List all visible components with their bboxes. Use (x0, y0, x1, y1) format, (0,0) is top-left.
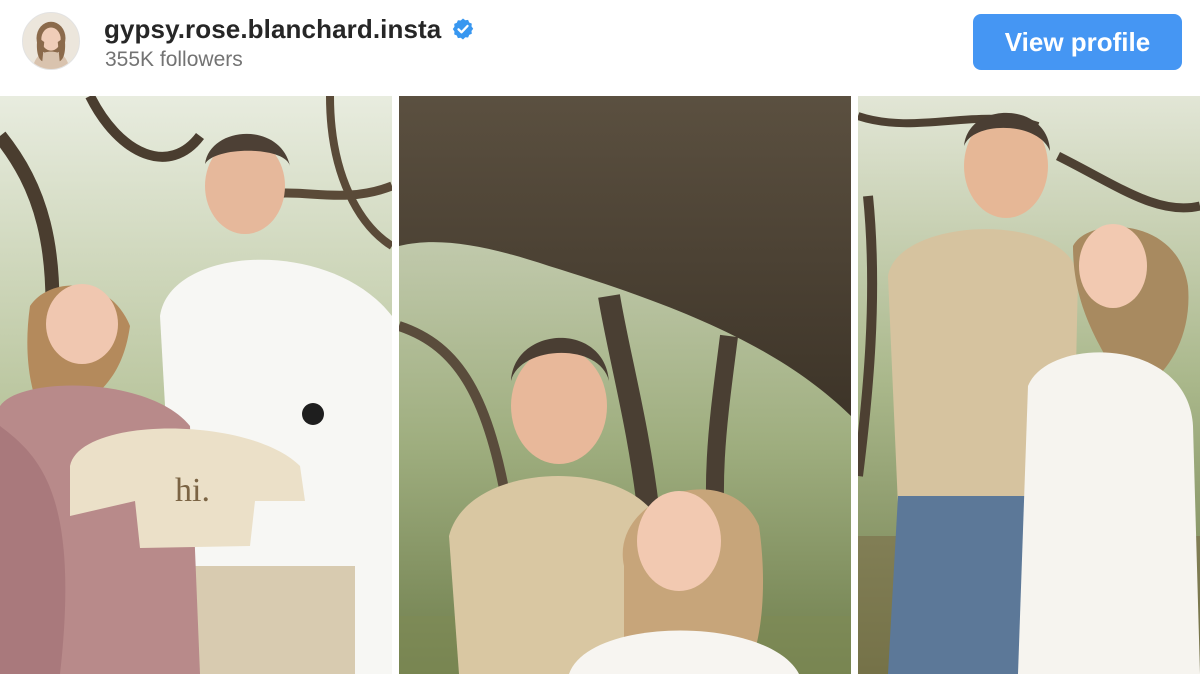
sweater-text: hi. (175, 472, 210, 509)
photo-couple-oak-tree (399, 96, 851, 674)
photo-couple-sweater: hi. (0, 96, 392, 674)
post-photo-1[interactable]: hi. (0, 96, 392, 674)
profile-header: gypsy.rose.blanchard.insta 355K follower… (0, 0, 1200, 96)
username[interactable]: gypsy.rose.blanchard.insta (104, 14, 441, 45)
photo-couple-facing (858, 96, 1200, 674)
post-photo-2[interactable] (399, 96, 851, 674)
verified-badge-icon (453, 18, 474, 40)
profile-avatar[interactable] (22, 12, 80, 70)
post-photo-3[interactable] (858, 96, 1200, 674)
username-row: gypsy.rose.blanchard.insta (104, 12, 475, 46)
avatar-image (23, 13, 79, 69)
follower-count: 355K followers (105, 48, 243, 71)
view-profile-button[interactable]: View profile (973, 14, 1182, 70)
